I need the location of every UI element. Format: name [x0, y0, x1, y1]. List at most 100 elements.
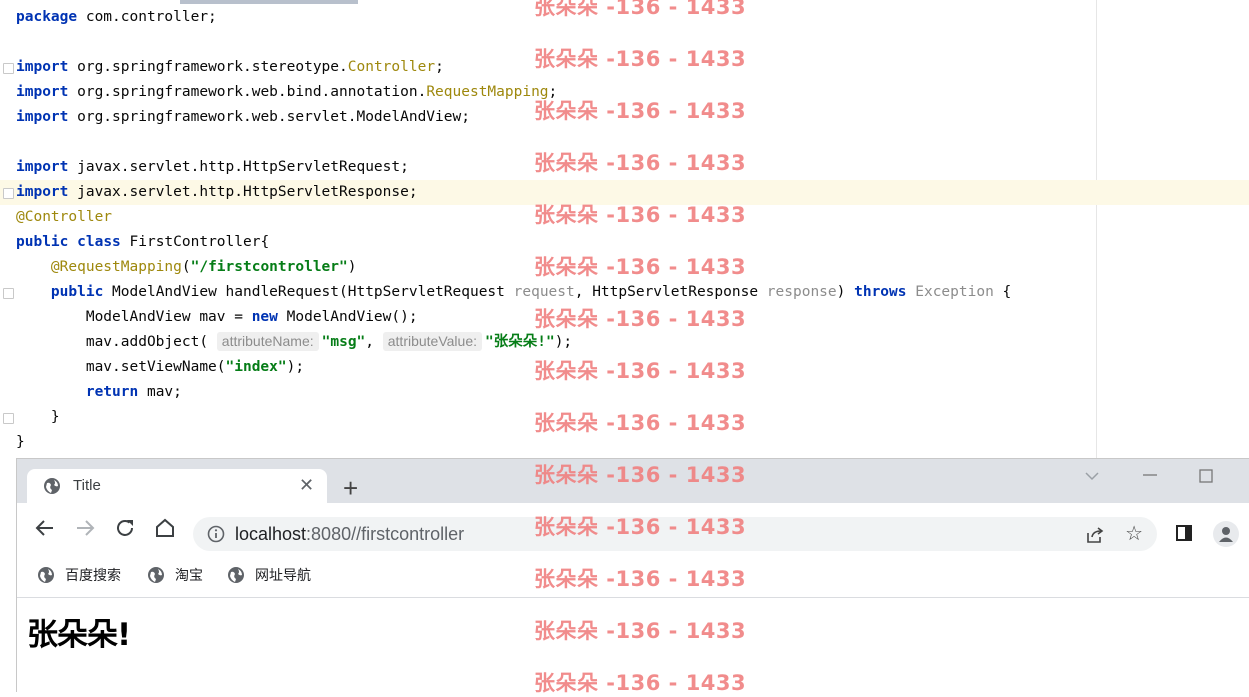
- code-text: @RequestMapping("/firstcontroller"): [16, 255, 357, 280]
- code-token: }: [16, 434, 25, 450]
- code-line[interactable]: public class FirstController{: [0, 230, 1249, 255]
- code-line[interactable]: mav.addObject( attributeName: "msg", attr…: [0, 330, 1249, 355]
- fold-marker-icon[interactable]: [3, 288, 14, 299]
- home-icon[interactable]: [153, 516, 177, 540]
- code-line[interactable]: @Controller: [0, 205, 1249, 230]
- url-host: localhost: [235, 524, 307, 544]
- parameter-hint: attributeName:: [216, 332, 319, 351]
- code-token: (: [181, 259, 191, 275]
- forward-arrow-icon[interactable]: [73, 516, 97, 540]
- back-arrow-icon[interactable]: [33, 516, 57, 540]
- chevron-down-icon[interactable]: [1085, 471, 1099, 481]
- code-editor[interactable]: package com.controller; import org.spring…: [0, 0, 1249, 460]
- code-token: @Controller: [16, 209, 113, 225]
- code-token: package: [16, 9, 78, 25]
- code-text: return mav;: [16, 380, 182, 405]
- code-text: import org.springframework.stereotype.Co…: [16, 55, 444, 80]
- globe-icon: [44, 478, 60, 494]
- code-token: throws: [854, 284, 907, 300]
- code-token: ModelAndView();: [277, 309, 418, 325]
- code-line[interactable]: package com.controller;: [0, 5, 1249, 30]
- code-token: @RequestMapping: [50, 259, 182, 275]
- code-token: );: [286, 359, 305, 375]
- code-line[interactable]: mav.setViewName("index");: [0, 355, 1249, 380]
- code-token: mav;: [138, 384, 182, 400]
- code-token: "msg": [321, 334, 366, 350]
- code-token: new: [251, 309, 278, 325]
- url-path: :8080//firstcontroller: [306, 524, 465, 544]
- code-token: import: [16, 59, 69, 75]
- code-token: org.springframework.stereotype.: [68, 59, 348, 75]
- code-line[interactable]: import javax.servlet.http.HttpServletReq…: [0, 155, 1249, 180]
- maximize-icon[interactable]: [1199, 469, 1213, 483]
- code-token: class: [77, 234, 121, 250]
- share-icon[interactable]: [1085, 525, 1105, 545]
- star-icon[interactable]: ☆: [1125, 523, 1143, 545]
- code-token: "index": [225, 359, 287, 375]
- code-line[interactable]: ModelAndView mav = new ModelAndView();: [0, 305, 1249, 330]
- code-text: public class FirstController{: [16, 230, 269, 255]
- globe-icon: [38, 567, 54, 583]
- code-line[interactable]: @RequestMapping("/firstcontroller"): [0, 255, 1249, 280]
- code-line[interactable]: import javax.servlet.http.HttpServletRes…: [0, 180, 1249, 205]
- info-icon[interactable]: [207, 525, 225, 543]
- address-bar[interactable]: localhost:8080//firstcontroller ☆: [193, 517, 1157, 551]
- code-token: ModelAndView mav =: [16, 309, 252, 325]
- minimize-icon[interactable]: [1143, 473, 1157, 477]
- code-token: , HttpServletResponse: [574, 284, 767, 300]
- code-token: import: [16, 184, 69, 200]
- code-token: public: [16, 234, 69, 250]
- code-token: com.controller;: [77, 9, 217, 25]
- code-token: org.springframework.web.bind.annotation.: [68, 84, 427, 100]
- fold-marker-icon[interactable]: [3, 63, 14, 74]
- close-icon[interactable]: ✕: [299, 475, 314, 495]
- code-text: mav.setViewName("index");: [16, 355, 304, 380]
- code-token: ): [347, 259, 357, 275]
- code-line[interactable]: [0, 30, 1249, 55]
- code-line[interactable]: }: [0, 405, 1249, 430]
- code-line[interactable]: return mav;: [0, 380, 1249, 405]
- code-token: javax.servlet.http.HttpServletRequest;: [68, 159, 409, 175]
- code-line[interactable]: public ModelAndView handleRequest(HttpSe…: [0, 280, 1249, 305]
- code-token: ;: [435, 59, 444, 75]
- globe-icon: [148, 567, 164, 583]
- code-line[interactable]: [0, 130, 1249, 155]
- code-token: }: [16, 409, 60, 425]
- globe-icon: [228, 567, 244, 583]
- browser-tab[interactable]: Title ✕: [27, 469, 327, 503]
- code-line[interactable]: import org.springframework.stereotype.Co…: [0, 55, 1249, 80]
- code-token: "/firstcontroller": [190, 259, 348, 275]
- code-token: RequestMapping: [426, 84, 549, 100]
- code-token: public: [50, 284, 104, 300]
- code-line[interactable]: import org.springframework.web.bind.anno…: [0, 80, 1249, 105]
- code-token: request: [513, 284, 575, 300]
- code-token: Controller: [347, 59, 436, 75]
- code-text: import org.springframework.web.servlet.M…: [16, 105, 470, 130]
- person-icon: [1219, 527, 1233, 542]
- code-text: import javax.servlet.http.HttpServletReq…: [16, 155, 409, 180]
- bookmarks-bar: 百度搜索 淘宝 网址导航: [17, 553, 1249, 598]
- code-token: return: [85, 384, 139, 400]
- code-text: mav.addObject( attributeName: "msg", attr…: [16, 330, 572, 355]
- code-token: ;: [548, 84, 558, 100]
- parameter-hint: attributeValue:: [382, 332, 482, 351]
- code-token: mav.addObject(: [16, 334, 217, 350]
- fold-marker-icon[interactable]: [3, 413, 14, 424]
- code-text: import javax.servlet.http.HttpServletRes…: [16, 180, 418, 205]
- profile-avatar[interactable]: [1213, 521, 1239, 547]
- browser-window: Title ✕ + localhost:8080//firstcontrolle…: [16, 458, 1249, 692]
- code-token: ,: [365, 334, 383, 350]
- code-line[interactable]: }: [0, 430, 1249, 455]
- side-panel-icon[interactable]: [1176, 525, 1192, 541]
- code-token: org.springframework.web.servlet.ModelAnd…: [68, 109, 470, 125]
- code-token: import: [16, 109, 69, 125]
- code-line[interactable]: import org.springframework.web.servlet.M…: [0, 105, 1249, 130]
- code-token: );: [554, 334, 573, 350]
- fold-marker-icon[interactable]: [3, 188, 14, 199]
- new-tab-button[interactable]: +: [343, 475, 358, 501]
- reload-icon[interactable]: [113, 516, 137, 540]
